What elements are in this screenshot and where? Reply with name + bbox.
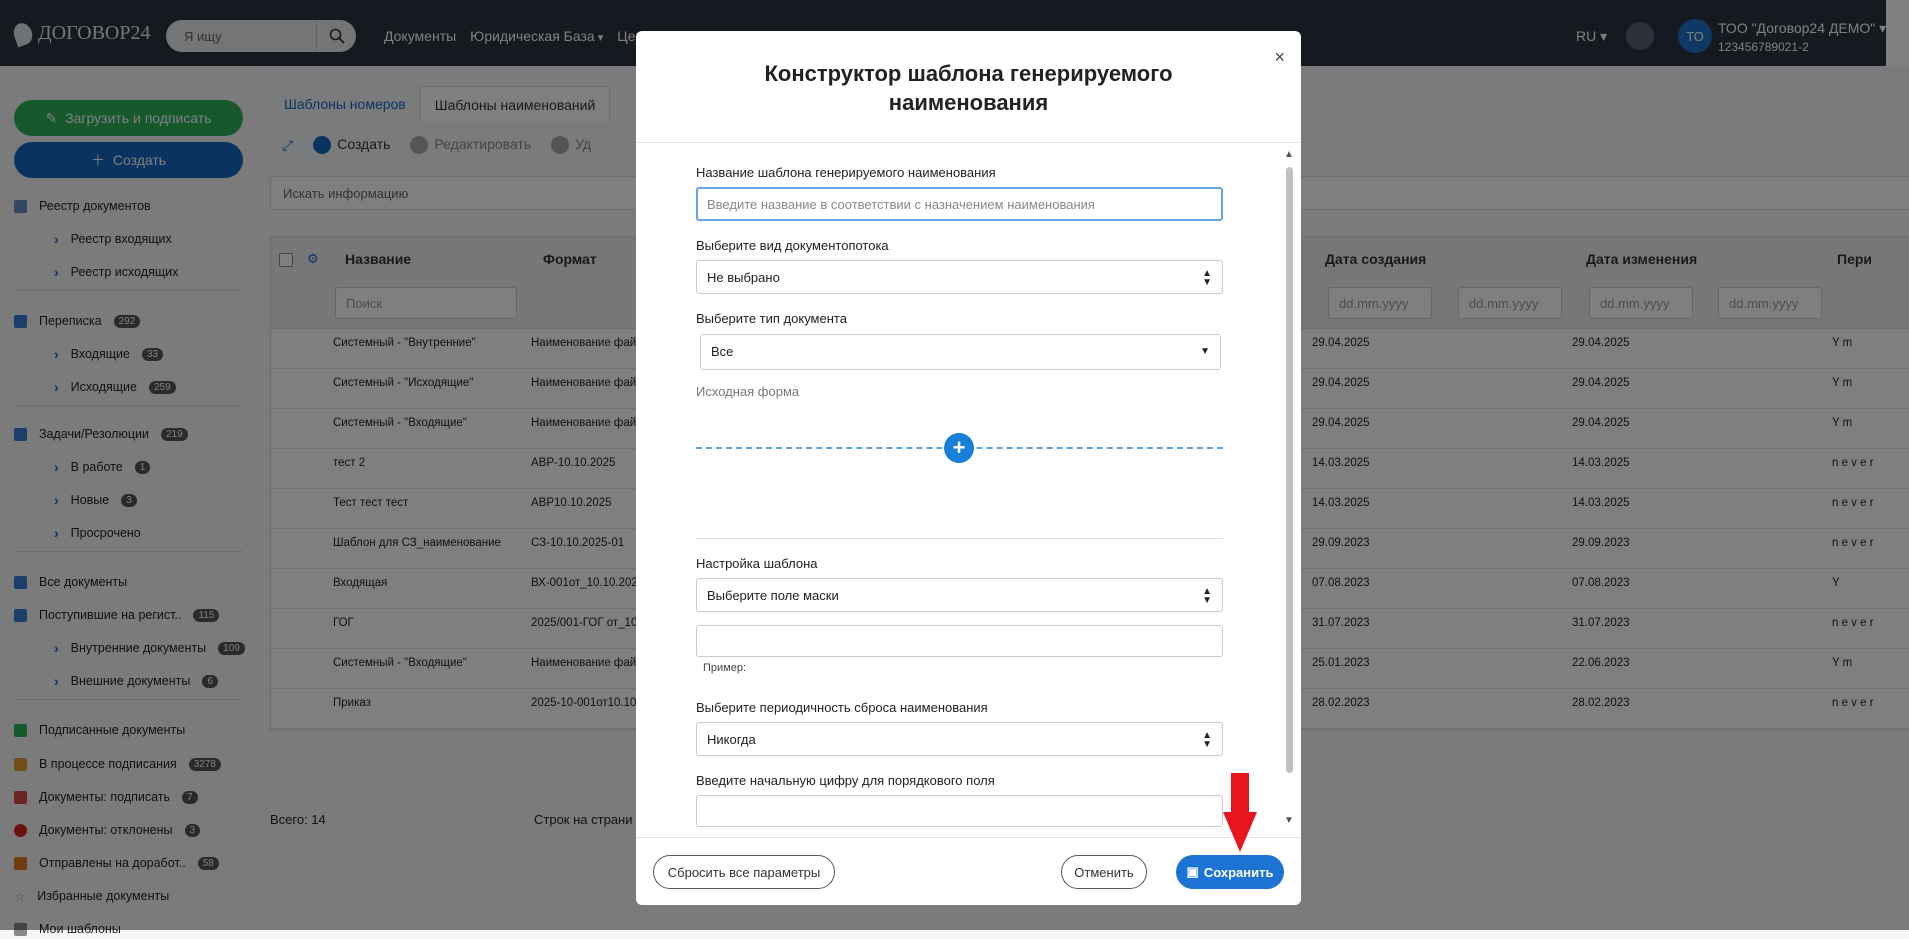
start-number-input[interactable] bbox=[696, 795, 1223, 827]
doc-type-select[interactable]: Все ▼ bbox=[700, 334, 1221, 370]
red-arrow-annotation bbox=[1231, 773, 1249, 813]
mask-text-input[interactable] bbox=[696, 625, 1223, 657]
chevron-down-icon: ▼ bbox=[1200, 346, 1210, 357]
red-arrow-head bbox=[1223, 812, 1257, 852]
flow-type-select[interactable]: Не выбрано ▲ ▼ bbox=[696, 260, 1223, 294]
flow-type-label: Выберите вид документопотока bbox=[696, 238, 889, 253]
reset-period-select[interactable]: Никогда ▲ ▼ bbox=[696, 722, 1223, 756]
cancel-button[interactable]: Отменить bbox=[1061, 855, 1147, 889]
template-name-label: Название шаблона генерируемого наименова… bbox=[696, 165, 996, 180]
floppy-disk-icon: ▣ bbox=[1186, 864, 1199, 879]
divider bbox=[696, 538, 1223, 539]
modal-body: Название шаблона генерируемого наименова… bbox=[636, 143, 1301, 837]
template-name-input[interactable]: Введите название в соответствии с назнач… bbox=[696, 187, 1223, 221]
reset-period-label: Выберите периодичность сброса наименован… bbox=[696, 700, 988, 715]
example-label: Пример: bbox=[703, 662, 747, 674]
mask-field-select[interactable]: Выберите поле маски ▲ ▼ bbox=[696, 578, 1223, 612]
divider bbox=[636, 837, 1301, 838]
sort-arrows-icon: ▲ ▼ bbox=[1202, 730, 1212, 750]
scroll-up-icon[interactable]: ▲ bbox=[1284, 149, 1294, 160]
add-element-button[interactable]: + bbox=[944, 433, 974, 463]
source-form-label: Исходная форма bbox=[696, 384, 800, 399]
close-icon[interactable]: × bbox=[1274, 47, 1285, 68]
sort-arrows-icon: ▲ ▼ bbox=[1202, 268, 1212, 288]
sort-arrows-icon: ▲ ▼ bbox=[1202, 586, 1212, 606]
reset-all-button[interactable]: Сбросить все параметры bbox=[653, 855, 835, 889]
modal-title: Конструктор шаблона генерируемого наимен… bbox=[764, 61, 1173, 115]
start-number-label: Введите начальную цифру для порядкового … bbox=[696, 773, 995, 788]
scroll-down-icon[interactable]: ▼ bbox=[1284, 815, 1294, 826]
doc-type-label: Выберите тип документа bbox=[696, 311, 847, 326]
save-button[interactable]: ▣ Сохранить bbox=[1176, 855, 1284, 889]
modal-scrollbar[interactable] bbox=[1286, 167, 1293, 773]
template-constructor-modal: Конструктор шаблона генерируемого наимен… bbox=[636, 31, 1301, 905]
template-settings-label: Настройка шаблона bbox=[696, 556, 818, 571]
